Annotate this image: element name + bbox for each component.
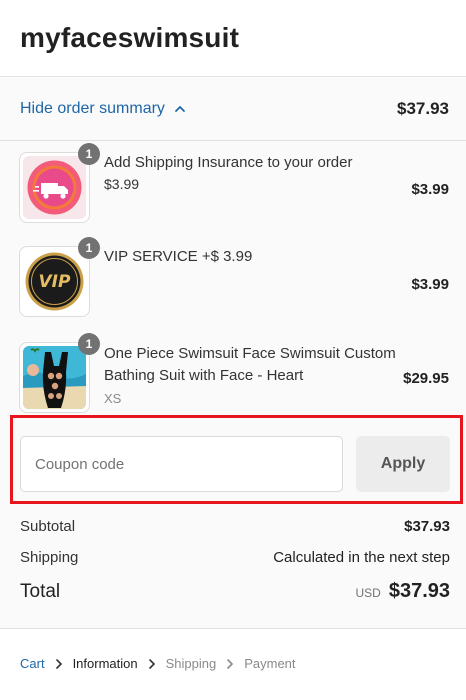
product-subtitle: $3.99	[104, 176, 140, 192]
product-row: 1 One Piece Swimsuit Face Swimsuit Custo…	[0, 333, 466, 416]
breadcrumb-information: Information	[72, 656, 138, 671]
chevron-right-icon	[55, 658, 62, 669]
shipping-insurance-image	[23, 156, 86, 219]
order-summary-toggle[interactable]: Hide order summary $37.93	[0, 78, 466, 141]
shipping-value: Calculated in the next step	[273, 549, 450, 566]
subtotal-label: Subtotal	[20, 518, 76, 535]
product-variant: XS	[104, 391, 122, 406]
vip-service-image: VIP	[23, 250, 86, 313]
product-title-line-2: Bathing Suit with Face - Heart	[104, 367, 304, 384]
chevron-up-icon	[175, 106, 185, 112]
chevron-right-icon	[148, 658, 155, 669]
product-title-line-1: One Piece Swimsuit Face Swimsuit Custom	[104, 345, 396, 362]
product-price: $29.95	[403, 370, 449, 387]
order-summary-toggle-button[interactable]: Hide order summary	[20, 100, 186, 118]
quantity-badge: 1	[78, 333, 100, 355]
product-row: VIP 1 VIP SERVICE +$ 3.99 $3.99	[0, 237, 466, 320]
coupon-code-input[interactable]	[20, 436, 343, 492]
product-thumbnail: 1	[19, 143, 100, 223]
shipping-row: Shipping Calculated in the next step	[20, 549, 450, 566]
product-thumbnail: VIP 1	[19, 237, 100, 317]
product-title: Add Shipping Insurance to your order	[104, 154, 353, 171]
product-thumbnail: 1	[19, 333, 100, 413]
store-header: myfaceswimsuit	[0, 0, 466, 77]
total-amount: $37.93	[388, 580, 450, 602]
breadcrumb-shipping: Shipping	[165, 656, 217, 671]
total-label: Total	[20, 581, 61, 602]
breadcrumb: Cart Information Shipping Payment	[20, 656, 296, 671]
chevron-right-icon	[227, 658, 234, 669]
subtotal-row: Subtotal $37.93	[20, 518, 450, 535]
product-price: $3.99	[411, 276, 449, 293]
product-price: $3.99	[411, 181, 449, 198]
breadcrumb-payment: Payment	[244, 656, 296, 671]
order-summary-total: $37.93	[397, 99, 449, 118]
total-row: Total USD $37.93	[20, 580, 450, 603]
product-row: 1 Add Shipping Insurance to your order $…	[0, 143, 466, 226]
shipping-label: Shipping	[20, 549, 79, 566]
order-summary-toggle-label: Hide order summary	[20, 100, 165, 117]
product-title: VIP SERVICE +$ 3.99	[104, 248, 253, 265]
apply-coupon-button[interactable]: Apply	[356, 436, 450, 492]
vip-logo-text: VIP	[38, 272, 71, 292]
swimsuit-image	[23, 346, 86, 409]
quantity-badge: 1	[78, 237, 100, 259]
currency-code: USD	[355, 586, 381, 600]
order-summary: Hide order summary $37.93 1 Add Shipping…	[0, 78, 466, 629]
quantity-badge: 1	[78, 143, 100, 165]
subtotal-value: $37.93	[404, 518, 450, 535]
store-name[interactable]: myfaceswimsuit	[20, 22, 446, 54]
breadcrumb-cart[interactable]: Cart	[20, 656, 45, 671]
